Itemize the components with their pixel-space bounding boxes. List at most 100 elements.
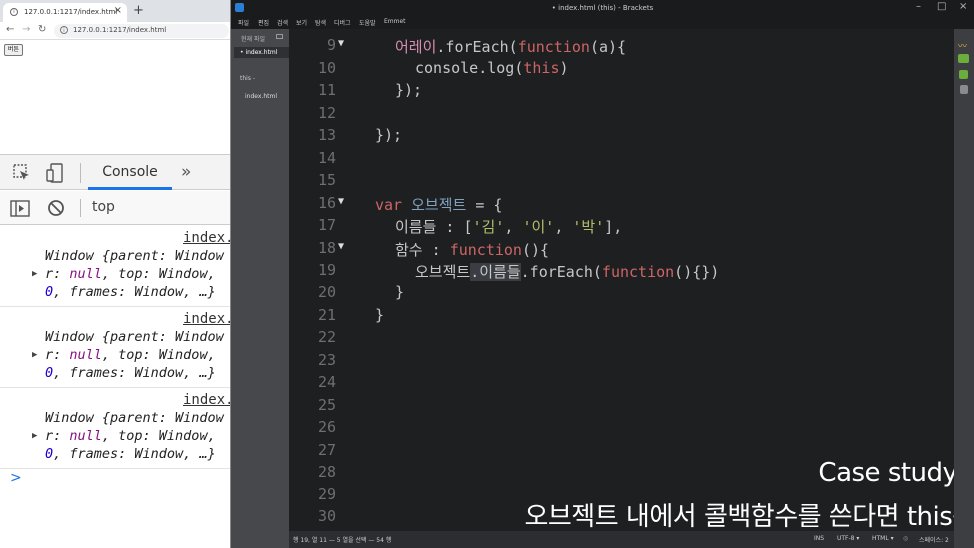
address-bar[interactable]: i 127.0.0.1:1217/index.html: [54, 24, 229, 38]
code-editor[interactable]: 9 10 11 12 13 14 15 16 17 18 19 20 21 22…: [289, 29, 954, 531]
line-number: 18: [317, 239, 336, 257]
source-link[interactable]: index.: [183, 392, 230, 408]
address-url: 127.0.0.1:1217/index.html: [73, 26, 167, 34]
extension-manager-icon[interactable]: [958, 54, 969, 63]
line-number: 23: [317, 351, 336, 369]
caption-title: Case study 2.: [818, 458, 954, 488]
lint-status-icon[interactable]: ◎: [903, 535, 908, 542]
context-selector[interactable]: top: [92, 199, 115, 215]
tool-icon[interactable]: [960, 85, 968, 94]
log-line: Window {parent: Window: [45, 410, 224, 426]
expand-arrow-icon[interactable]: ▶: [32, 269, 37, 279]
code-line: });: [375, 126, 403, 144]
status-bar: 행 19, 열 11 — 5 열을 선택 — 54 행 INS UTF-8 ▾ …: [289, 531, 954, 548]
source-link[interactable]: index.: [183, 230, 230, 246]
line-number: 13: [317, 126, 336, 144]
line-number: 9: [326, 36, 336, 54]
menu-help[interactable]: 도움말: [359, 18, 376, 27]
code-line: 오브젝트.이름들.forEach(function(){}): [415, 263, 720, 281]
log-line: r: null, top: Window,: [45, 428, 216, 444]
line-number: 11: [317, 81, 336, 99]
devtools-panel: Console » top index. Window {parent: Win…: [0, 154, 230, 548]
project-title[interactable]: this -: [240, 75, 255, 82]
working-file-item[interactable]: • index.html: [234, 47, 289, 58]
globe-icon: i: [10, 8, 18, 16]
language-select[interactable]: HTML ▾: [872, 535, 894, 542]
toolbar-divider: [80, 163, 81, 183]
menu-file[interactable]: 파일: [238, 18, 249, 27]
encoding-select[interactable]: UTF-8 ▾: [837, 535, 859, 542]
editor-titlebar: • index.html (this) - Brackets – □ ×: [231, 0, 974, 16]
fold-arrow-icon[interactable]: ▼: [338, 241, 344, 252]
menu-find[interactable]: 검색: [277, 18, 288, 27]
line-number: 10: [317, 59, 336, 77]
devtools-tab-bar: Console »: [0, 155, 230, 190]
log-line: 0, frames: Window, …}: [45, 365, 216, 381]
code-line: var 오브젝트 = {: [375, 196, 503, 214]
menu-debug[interactable]: 디버그: [334, 18, 351, 27]
show-sidebar-icon[interactable]: [10, 200, 30, 217]
menu-emmet[interactable]: Emmet: [384, 18, 406, 25]
tab-console[interactable]: Console: [88, 155, 172, 190]
inspect-element-icon[interactable]: [13, 164, 31, 182]
code-line: 함수 : function(){: [395, 241, 550, 259]
line-number: 16: [317, 194, 336, 212]
extension-icon[interactable]: [959, 70, 968, 79]
window-title: • index.html (this) - Brackets: [551, 4, 654, 12]
page-button[interactable]: 버튼: [4, 44, 24, 56]
info-icon[interactable]: i: [60, 26, 68, 34]
device-toolbar-icon[interactable]: [46, 163, 64, 183]
clear-console-icon[interactable]: [47, 199, 65, 217]
maximize-icon[interactable]: □: [937, 1, 946, 12]
browser-toolbar: ← → ↻ i 127.0.0.1:1217/index.html: [0, 22, 230, 40]
back-icon[interactable]: ←: [6, 24, 14, 35]
line-number: 14: [317, 149, 336, 167]
expand-arrow-icon[interactable]: ▶: [32, 431, 37, 441]
fold-arrow-icon[interactable]: ▼: [338, 38, 344, 49]
caption-subtitle: 오브젝트 내에서 콜백함수를 쓴다면 this는?: [524, 502, 954, 531]
live-preview-icon[interactable]: 〰: [958, 39, 969, 52]
log-line: 0, frames: Window, …}: [45, 446, 216, 462]
menu-navigate[interactable]: 탐색: [315, 18, 326, 27]
split-view-icon[interactable]: [276, 34, 283, 39]
new-tab-icon[interactable]: +: [133, 3, 144, 18]
line-number: 17: [317, 216, 336, 234]
code-line: console.log(this): [415, 59, 569, 77]
line-number: 22: [317, 328, 336, 346]
working-files-title: 현재 파일: [241, 36, 265, 43]
line-number: 24: [317, 373, 336, 391]
project-file-item[interactable]: index.html: [245, 93, 277, 100]
close-icon[interactable]: ×: [959, 1, 967, 12]
file-sidebar: 현재 파일 • index.html this - index.html: [231, 29, 289, 548]
more-tabs-button[interactable]: »: [181, 162, 191, 182]
line-number: 26: [317, 418, 336, 436]
browser-tab[interactable]: i 127.0.0.1:1217/index.html ×: [3, 3, 127, 22]
code-line: }: [395, 283, 405, 301]
close-tab-icon[interactable]: ×: [114, 5, 122, 16]
expand-arrow-icon[interactable]: ▶: [32, 350, 37, 360]
right-toolbar: 〰: [954, 29, 974, 548]
menu-bar: 파일 편집 검색 보기 탐색 디버그 도움말 Emmet: [231, 16, 974, 29]
fold-arrow-icon[interactable]: ▼: [338, 196, 344, 207]
console-toolbar: top: [0, 191, 230, 225]
browser-window: i 127.0.0.1:1217/index.html × + ← → ↻ i …: [0, 0, 231, 548]
tab-title: 127.0.0.1:1217/index.html: [24, 8, 118, 16]
menu-view[interactable]: 보기: [296, 18, 307, 27]
source-link[interactable]: index.: [183, 311, 230, 327]
line-number: 27: [317, 441, 336, 459]
console-message: index. Window {parent: Window ▶ r: null,…: [0, 388, 230, 469]
log-line: Window {parent: Window: [45, 248, 224, 264]
browser-tab-strip: i 127.0.0.1:1217/index.html × +: [0, 0, 230, 22]
toolbar-divider: [80, 199, 81, 217]
reload-icon[interactable]: ↻: [38, 24, 46, 35]
minimize-icon[interactable]: –: [916, 1, 921, 12]
menu-edit[interactable]: 편집: [258, 18, 269, 27]
line-number: 20: [317, 283, 336, 301]
indent-setting[interactable]: 스페이스: 2: [919, 535, 949, 544]
console-prompt[interactable]: >: [10, 470, 22, 486]
insert-mode[interactable]: INS: [814, 535, 824, 542]
log-line: r: null, top: Window,: [45, 266, 216, 282]
editor-window: • index.html (this) - Brackets – □ × 파일 …: [231, 0, 974, 548]
line-number: 19: [317, 261, 336, 279]
forward-icon[interactable]: →: [22, 24, 30, 35]
